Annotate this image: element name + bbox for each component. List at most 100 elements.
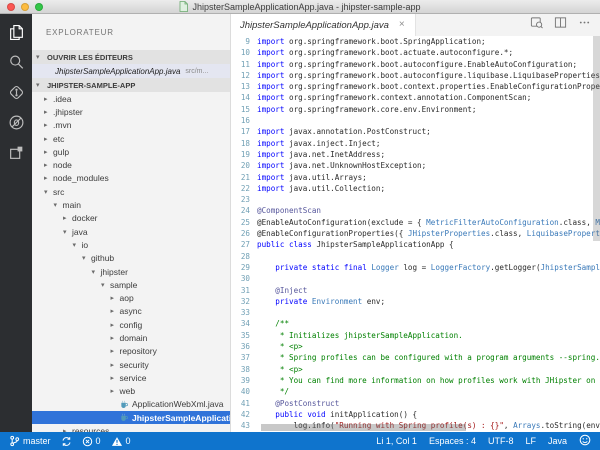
tree-folder-item[interactable]: ▸etc (32, 132, 230, 145)
code-line[interactable]: 26@EnableConfigurationProperties({ JHips… (231, 228, 600, 239)
code-line[interactable]: 27public class JhipsterSampleApplication… (231, 239, 600, 250)
source-control-icon[interactable] (7, 83, 26, 102)
code-text: import java.net.UnknownHostException; (257, 160, 600, 171)
encoding-status[interactable]: UTF-8 (488, 436, 514, 446)
language-mode[interactable]: Java (548, 436, 567, 446)
code-text: import javax.inject.Inject; (257, 138, 600, 149)
code-line[interactable]: 34 /** (231, 318, 600, 329)
java-file-icon (120, 413, 129, 422)
tree-folder-item[interactable]: ▾java (32, 225, 230, 238)
open-editor-item[interactable]: JhipsterSampleApplicationApp.java src/m.… (32, 64, 230, 78)
tree-folder-item[interactable]: ▸docker (32, 212, 230, 225)
tab-jhipstersampleapplicationapp[interactable]: JhipsterSampleApplicationApp.java × (231, 14, 416, 36)
tree-item-label: service (120, 373, 147, 383)
explorer-icon[interactable] (7, 23, 26, 42)
cursor-position[interactable]: Li 1, Col 1 (376, 436, 417, 446)
code-line[interactable]: 15import org.springframework.core.env.En… (231, 104, 600, 115)
code-line[interactable]: 39 * You can find more information on ho… (231, 375, 600, 386)
git-branch-status[interactable]: master (9, 435, 51, 447)
code-line[interactable]: 17import javax.annotation.PostConstruct; (231, 126, 600, 137)
line-number: 17 (231, 126, 257, 137)
tree-folder-item[interactable]: ▾sample (32, 278, 230, 291)
extensions-icon[interactable] (7, 143, 26, 162)
code-line[interactable]: 35 * Initializes jhipsterSampleApplicati… (231, 330, 600, 341)
close-icon[interactable]: × (399, 20, 405, 30)
errors-status[interactable]: 0 (82, 436, 101, 447)
indentation-status[interactable]: Espaces : 4 (429, 436, 476, 446)
code-line[interactable]: 29 private static final Logger log = Log… (231, 262, 600, 273)
code-line[interactable]: 31 @Inject (231, 285, 600, 296)
feedback-smiley-icon[interactable] (579, 434, 591, 448)
chevron-down-icon: ▾ (36, 81, 45, 89)
split-editor-icon[interactable] (554, 16, 567, 34)
tree-file-item[interactable]: ApplicationWebXml.java (32, 398, 230, 411)
code-line[interactable]: 22import java.util.Collection; (231, 183, 600, 194)
tree-folder-item[interactable]: ▸resources (32, 424, 230, 432)
code-line[interactable]: 24@ComponentScan (231, 205, 600, 216)
tree-folder-item[interactable]: ▾io (32, 238, 230, 251)
tree-folder-item[interactable]: ▾jhipster (32, 265, 230, 278)
minimize-window-button[interactable] (21, 3, 29, 11)
code-line[interactable]: 16 (231, 115, 600, 126)
code-text: * You can find more information on how p… (257, 375, 600, 386)
zoom-window-button[interactable] (35, 3, 43, 11)
tree-folder-item[interactable]: ▸web (32, 385, 230, 398)
sync-status[interactable] (61, 436, 72, 447)
code-line[interactable]: 36 * <p> (231, 341, 600, 352)
eol-status[interactable]: LF (525, 436, 536, 446)
line-number: 29 (231, 262, 257, 273)
more-actions-icon[interactable] (578, 16, 591, 34)
open-preview-icon[interactable] (530, 16, 543, 34)
code-line[interactable]: 18import javax.inject.Inject; (231, 138, 600, 149)
code-line[interactable]: 44 Collection<String> activeProfiles = A… (231, 431, 600, 432)
tree-folder-item[interactable]: ▸domain (32, 331, 230, 344)
tree-folder-item[interactable]: ▾main (32, 198, 230, 211)
open-editors-header[interactable]: ▾ OUVRIR LES ÉDITEURS (32, 50, 230, 64)
tree-folder-item[interactable]: ▸config (32, 318, 230, 331)
tree-folder-item[interactable]: ▸aop (32, 291, 230, 304)
code-line[interactable]: 41 @PostConstruct (231, 398, 600, 409)
close-window-button[interactable] (7, 3, 15, 11)
tree-file-item[interactable]: JhipsterSampleApplicationApp.java (32, 411, 230, 424)
tree-folder-item[interactable]: ▸.mvn (32, 119, 230, 132)
code-line[interactable]: 23 (231, 194, 600, 205)
code-line[interactable]: 30 (231, 273, 600, 284)
line-number: 13 (231, 81, 257, 92)
code-line[interactable]: 10import org.springframework.boot.actuat… (231, 47, 600, 58)
tree-folder-item[interactable]: ▸.jhipster (32, 105, 230, 118)
tree-folder-item[interactable]: ▸repository (32, 345, 230, 358)
vertical-scrollbar[interactable] (593, 36, 600, 241)
warnings-status[interactable]: 0 (111, 436, 131, 447)
tree-folder-item[interactable]: ▸gulp (32, 145, 230, 158)
code-line[interactable]: 21import java.util.Arrays; (231, 172, 600, 183)
code-line[interactable]: 25@EnableAutoConfiguration(exclude = { M… (231, 217, 600, 228)
code-line[interactable]: 42 public void initApplication() { (231, 409, 600, 420)
code-line[interactable]: 32 private Environment env; (231, 296, 600, 307)
code-line[interactable]: 37 * Spring profiles can be configured w… (231, 352, 600, 363)
code-line[interactable]: 19import java.net.InetAddress; (231, 149, 600, 160)
code-line[interactable]: 11import org.springframework.boot.autoco… (231, 59, 600, 70)
code-line[interactable]: 9import org.springframework.boot.SpringA… (231, 36, 600, 47)
code-line[interactable]: 40 */ (231, 386, 600, 397)
tree-folder-item[interactable]: ▸service (32, 371, 230, 384)
tree-folder-item[interactable]: ▸.idea (32, 92, 230, 105)
code-area[interactable]: 9import org.springframework.boot.SpringA… (231, 36, 600, 432)
code-line[interactable]: 13import org.springframework.boot.contex… (231, 81, 600, 92)
code-line[interactable]: 33 (231, 307, 600, 318)
code-line[interactable]: 28 (231, 251, 600, 262)
tree-folder-item[interactable]: ▸node_modules (32, 172, 230, 185)
tree-folder-item[interactable]: ▸node (32, 158, 230, 171)
horizontal-scrollbar[interactable] (261, 424, 466, 431)
search-icon[interactable] (7, 53, 26, 72)
tree-folder-item[interactable]: ▾src (32, 185, 230, 198)
tree-folder-item[interactable]: ▸security (32, 358, 230, 371)
tree-folder-item[interactable]: ▸async (32, 305, 230, 318)
code-line[interactable]: 14import org.springframework.context.ann… (231, 92, 600, 103)
code-line[interactable]: 20import java.net.UnknownHostException; (231, 160, 600, 171)
code-line[interactable]: 12import org.springframework.boot.autoco… (231, 70, 600, 81)
debug-icon[interactable] (7, 113, 26, 132)
tree-folder-item[interactable]: ▾github (32, 252, 230, 265)
code-line[interactable]: 38 * <p> (231, 364, 600, 375)
chevron-right-icon: ▸ (111, 387, 120, 395)
project-header[interactable]: ▾ JHIPSTER-SAMPLE-APP (32, 78, 230, 92)
